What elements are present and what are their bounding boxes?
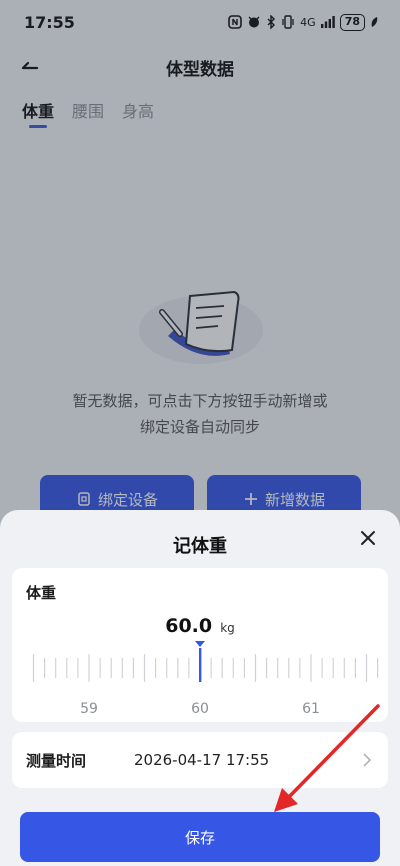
chevron-right-icon	[363, 753, 372, 767]
ruler-tick	[232, 658, 234, 678]
ruler-tick	[55, 658, 57, 678]
ruler-tick	[343, 658, 345, 678]
measure-time-row[interactable]: 测量时间 2026-04-17 17:55	[12, 732, 388, 788]
ruler-tick	[99, 658, 101, 678]
ruler-tick	[310, 654, 312, 682]
ruler-tick	[266, 658, 268, 678]
close-icon[interactable]	[358, 528, 378, 548]
ruler-tick	[332, 658, 334, 678]
ruler-tick	[277, 658, 279, 678]
ruler-tick	[254, 654, 257, 682]
ruler-tick	[243, 658, 245, 678]
ruler-tick	[365, 654, 368, 682]
ruler-pointer-icon	[195, 641, 205, 647]
ruler-tick	[377, 658, 379, 678]
ruler-tick	[32, 654, 35, 682]
record-weight-sheet: 记体重 体重 60.0 kg 59 60 61 测量时间 2026-04-17 …	[0, 510, 400, 866]
ruler-tick	[188, 658, 190, 678]
sheet-title: 记体重	[173, 536, 227, 557]
ruler-tick	[177, 658, 179, 678]
save-button[interactable]: 保存	[20, 812, 380, 862]
ruler-tick	[132, 658, 134, 678]
weight-ruler-slider[interactable]: 59 60 61	[12, 640, 388, 722]
ruler-tick	[110, 658, 112, 678]
ruler-tick	[155, 658, 157, 678]
measure-time-label: 测量时间	[26, 751, 87, 770]
ruler-tick	[288, 658, 290, 678]
ruler-tick	[44, 658, 46, 678]
ruler-tick	[354, 658, 356, 678]
weight-unit: kg	[220, 621, 235, 635]
weight-label: 体重	[26, 584, 57, 602]
ruler-tick	[66, 658, 68, 678]
ruler-tick	[210, 658, 212, 678]
ruler-tick	[299, 658, 301, 678]
measure-time-value: 2026-04-17 17:55	[134, 751, 270, 769]
ruler-label-60: 60	[191, 701, 209, 717]
weight-readout: 60.0 kg	[12, 615, 388, 637]
ruler-tick	[221, 658, 223, 678]
ruler-label-61: 61	[302, 701, 320, 717]
ruler-selected-line	[199, 648, 202, 682]
ruler-tick	[77, 658, 79, 678]
ruler-label-59: 59	[80, 701, 98, 717]
ruler-tick	[166, 658, 168, 678]
weight-value: 60.0	[165, 615, 213, 637]
ruler-tick	[88, 654, 90, 682]
ruler-tick	[143, 654, 146, 682]
ruler-tick	[121, 658, 123, 678]
weight-card: 体重 60.0 kg 59 60 61	[12, 568, 388, 722]
ruler-tick	[321, 658, 323, 678]
